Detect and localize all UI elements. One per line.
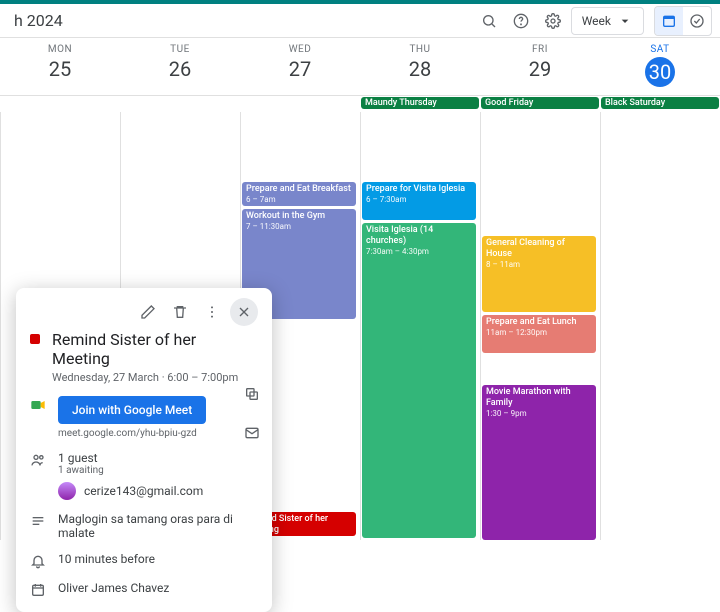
day-column[interactable]: General Cleaning of House8 – 11am Prepar… [480, 112, 600, 540]
copy-icon[interactable] [244, 386, 260, 405]
edit-icon[interactable] [134, 298, 162, 326]
day-header[interactable]: THU28 [360, 38, 480, 95]
tasks-view-button[interactable] [683, 7, 711, 35]
calendar-icon [30, 582, 46, 598]
event-block[interactable]: Prepare and Eat Lunch11am – 12:30pm [482, 315, 596, 353]
people-icon [30, 452, 46, 468]
gear-icon[interactable] [539, 7, 567, 35]
join-meet-button[interactable]: Join with Google Meet [58, 396, 206, 424]
close-icon[interactable] [230, 298, 258, 326]
organizer-name: Oliver James Chavez [58, 581, 169, 595]
bell-icon [30, 553, 46, 569]
view-label: Week [582, 14, 611, 28]
event-block[interactable]: Prepare for Visita Iglesia6 – 7:30am [362, 182, 476, 220]
guest-sub: 1 awaiting [58, 465, 258, 476]
meet-icon [30, 397, 46, 413]
topbar-actions: Week [475, 6, 712, 36]
search-icon[interactable] [475, 7, 503, 35]
popup-toolbar [30, 298, 258, 326]
event-block[interactable]: Prepare and Eat Breakfast6 – 7am [242, 182, 356, 206]
help-icon[interactable] [507, 7, 535, 35]
page-title: h 2024 [8, 11, 63, 30]
day-header[interactable]: FRI29 [480, 38, 600, 95]
delete-icon[interactable] [166, 298, 194, 326]
guest-count: 1 guest [58, 451, 258, 465]
event-block[interactable]: Movie Marathon with Family1:30 – 9pm [482, 385, 596, 540]
day-header[interactable]: SAT30 [600, 38, 720, 95]
event-description: Maglogin sa tamang oras para di malate [58, 512, 258, 540]
day-header[interactable]: MON25 [0, 38, 120, 95]
description-icon [30, 513, 46, 529]
chevron-down-icon [617, 13, 633, 29]
event-block[interactable]: General Cleaning of House8 – 11am [482, 236, 596, 312]
allday-event[interactable]: Maundy Thursday [361, 97, 479, 109]
reminder-text: 10 minutes before [58, 552, 155, 566]
view-selector[interactable]: Week [571, 7, 644, 35]
calendar-view-button[interactable] [655, 7, 683, 35]
allday-row: Maundy Thursday Good Friday Black Saturd… [0, 96, 720, 112]
topbar: h 2024 Week [0, 4, 720, 38]
allday-event[interactable]: Black Saturday [601, 97, 719, 109]
view-toggle [654, 6, 712, 36]
event-color-dot [30, 334, 40, 344]
day-column[interactable] [600, 112, 720, 540]
meet-link: meet.google.com/yhu-bpiu-gzd [58, 428, 258, 439]
day-header-row: MON25 TUE26 WED27 THU28 FRI29 SAT30 [0, 38, 720, 96]
event-block[interactable]: Visita Iglesia (14 churches)7:30am – 4:3… [362, 223, 476, 538]
allday-event[interactable]: Good Friday [481, 97, 599, 109]
event-popup: Remind Sister of her Meeting Wednesday, … [16, 288, 272, 612]
day-header[interactable]: WED27 [240, 38, 360, 95]
event-title: Remind Sister of her Meeting [52, 330, 258, 368]
email-icon[interactable] [244, 425, 260, 444]
day-column[interactable]: Prepare for Visita Iglesia6 – 7:30am Vis… [360, 112, 480, 540]
more-icon[interactable] [198, 298, 226, 326]
avatar [58, 482, 76, 500]
guest-email: cerize143@gmail.com [84, 484, 203, 498]
event-datetime: Wednesday, 27 March · 6:00 – 7:00pm [52, 371, 258, 384]
day-header[interactable]: TUE26 [120, 38, 240, 95]
